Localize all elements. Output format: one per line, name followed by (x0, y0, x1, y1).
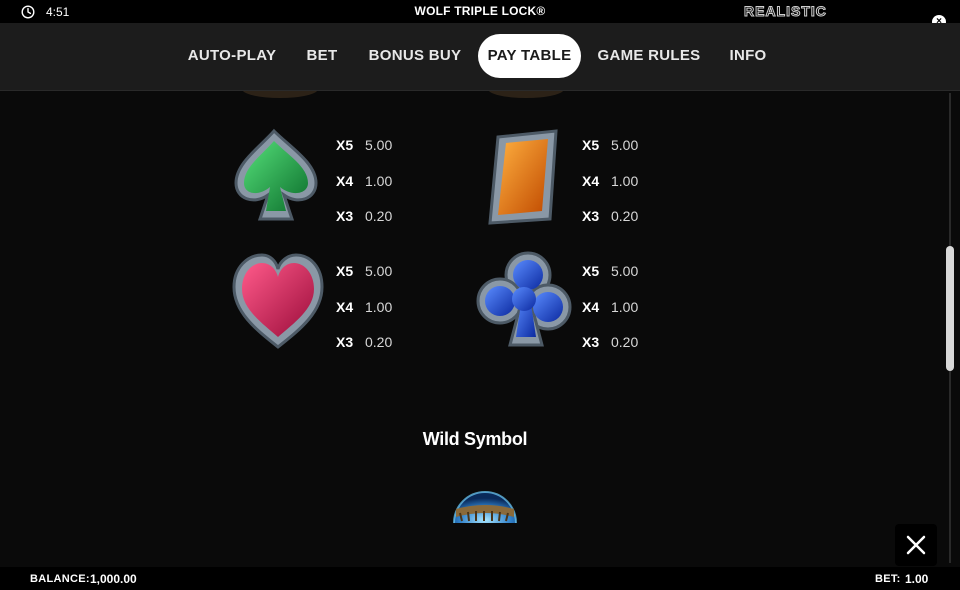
brand-logo: REALISTIC (744, 3, 827, 20)
balance-value: 1,000.00 (90, 572, 137, 586)
tab-auto-play[interactable]: AUTO-PLAY (185, 34, 279, 78)
tab-bet[interactable]: BET (300, 34, 344, 78)
club-symbol-icon (476, 251, 572, 347)
partial-symbol-icon (242, 91, 318, 98)
club-pays: X5 5.00 X4 1.00 X3 0.20 (582, 263, 639, 350)
tab-game-rules[interactable]: GAME RULES (596, 34, 702, 78)
status-bar: 4:51 WOLF TRIPLE LOCK® REALISTIC (0, 0, 960, 23)
diamond-pays: X5 5.00 X4 1.00 X3 0.20 (582, 137, 639, 224)
bet-label: BET: (875, 573, 901, 585)
close-paytable-button[interactable] (895, 524, 937, 566)
scrollbar-thumb[interactable] (946, 246, 954, 371)
wild-symbol-icon (453, 491, 517, 523)
tab-pay-table[interactable]: PAY TABLE (478, 34, 581, 78)
menu-tabs: AUTO-PLAY BET BONUS BUY PAY TABLE GAME R… (0, 23, 960, 91)
bet-value: 1.00 (905, 572, 929, 586)
paytable-content[interactable]: X5 5.00 X4 1.00 X3 0.20 X5 5.00 X4 1.00 X3 0.2… (0, 91, 960, 567)
partial-symbol-icon (488, 91, 564, 98)
heart-symbol-icon (232, 253, 324, 349)
tab-bonus-buy[interactable]: BONUS BUY (366, 34, 464, 78)
spade-pays: X5 5.00 X4 1.00 X3 0.20 (336, 137, 393, 224)
wild-symbol-heading: Wild Symbol (422, 429, 528, 449)
heart-pays: X5 5.00 X4 1.00 X3 0.20 (336, 263, 393, 350)
close-icon (906, 535, 926, 555)
balance-label: BALANCE: (30, 573, 90, 585)
tab-info[interactable]: INFO (722, 34, 774, 78)
spade-symbol-icon (234, 128, 318, 221)
footer-bar: BALANCE: 1,000.00 BET: 1.00 (0, 567, 960, 590)
diamond-symbol-icon (488, 129, 558, 225)
